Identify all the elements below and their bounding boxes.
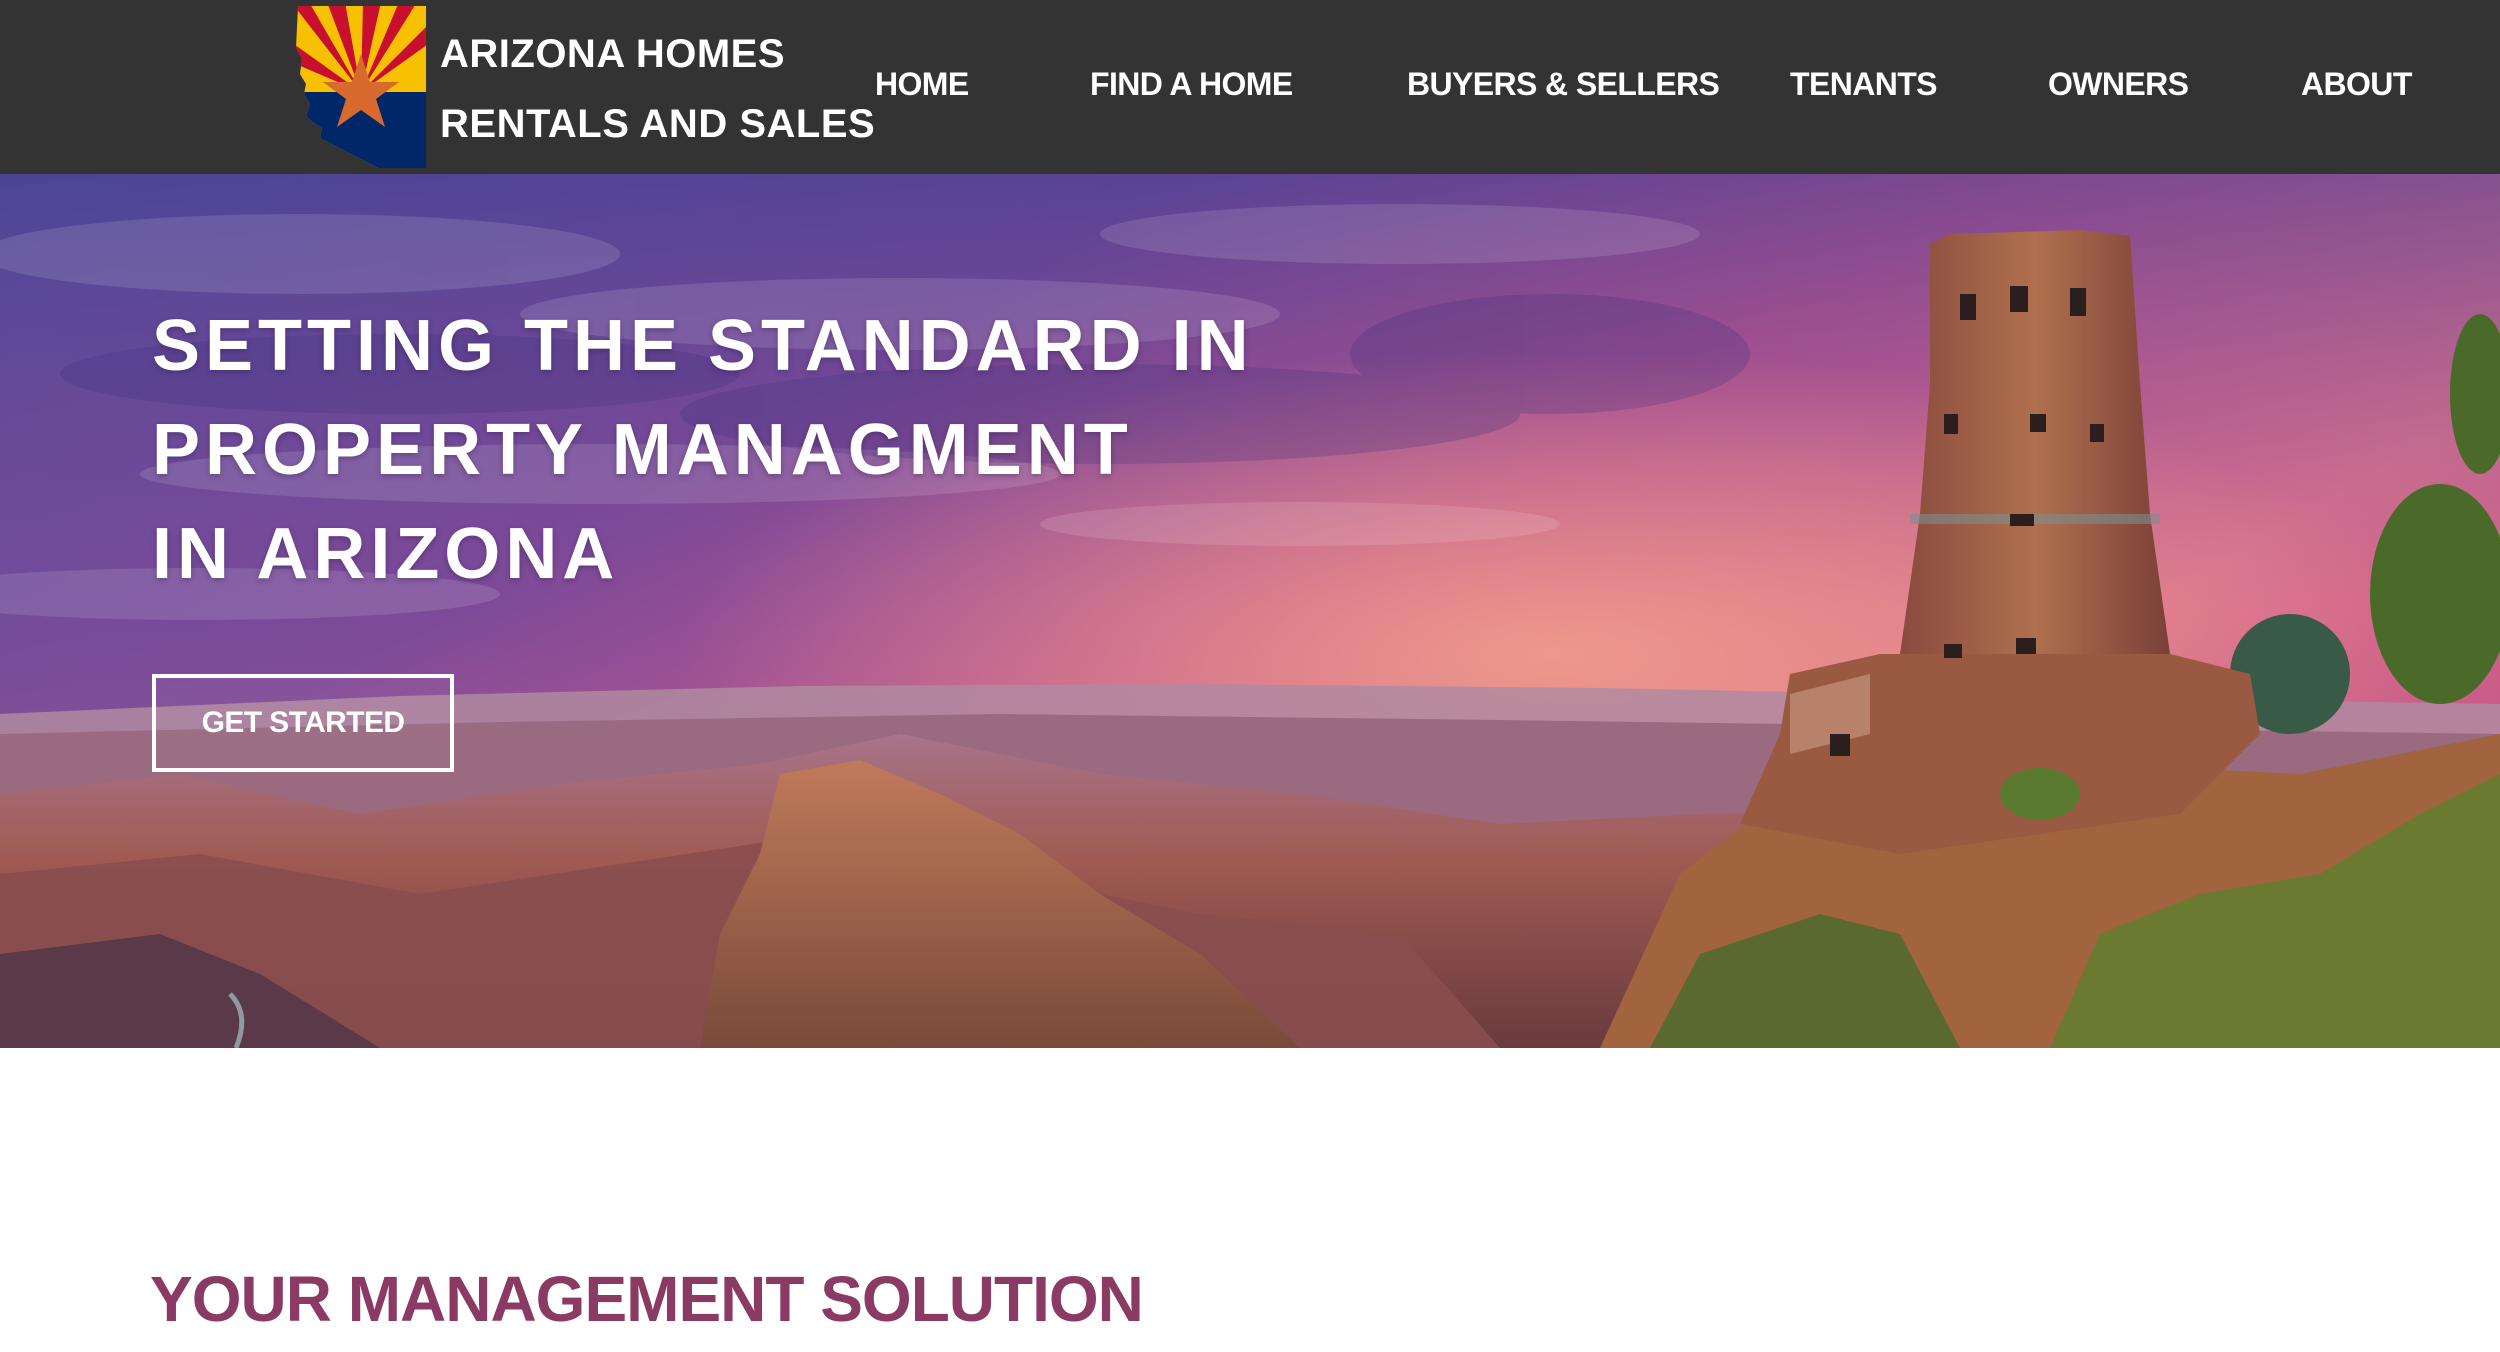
site-header: ARIZONA HOMES RENTALS AND SALES HOME FIN… [0, 0, 2500, 174]
nav-owners[interactable]: OWNERS [2048, 66, 2189, 103]
nav-find-a-home[interactable]: FIND A HOME [1090, 66, 1293, 103]
hero-headline-line2: PROPERTY MANAGMENT [152, 410, 1133, 490]
nav-about[interactable]: ABOUT [2301, 66, 2412, 103]
main-nav: HOME FIND A HOME BUYERS & SELLERS TENANT… [0, 66, 2500, 110]
section-title: YOUR MANAGEMENT SOLUTION [150, 1263, 1144, 1335]
nav-buyers-sellers[interactable]: BUYERS & SELLERS [1407, 66, 1720, 103]
hero-headline: SETTING THE STANDARD IN PROPERTY MANAGME… [152, 294, 1254, 606]
get-started-button[interactable]: GET STARTED [152, 674, 454, 772]
hero-headline-line3: IN ARIZONA [152, 514, 620, 594]
hero-headline-line1: SETTING THE STANDARD IN [152, 306, 1254, 386]
hero-banner: SETTING THE STANDARD IN PROPERTY MANAGME… [0, 174, 2500, 1048]
nav-tenants[interactable]: TENANTS [1790, 66, 1938, 103]
nav-home[interactable]: HOME [875, 66, 969, 103]
